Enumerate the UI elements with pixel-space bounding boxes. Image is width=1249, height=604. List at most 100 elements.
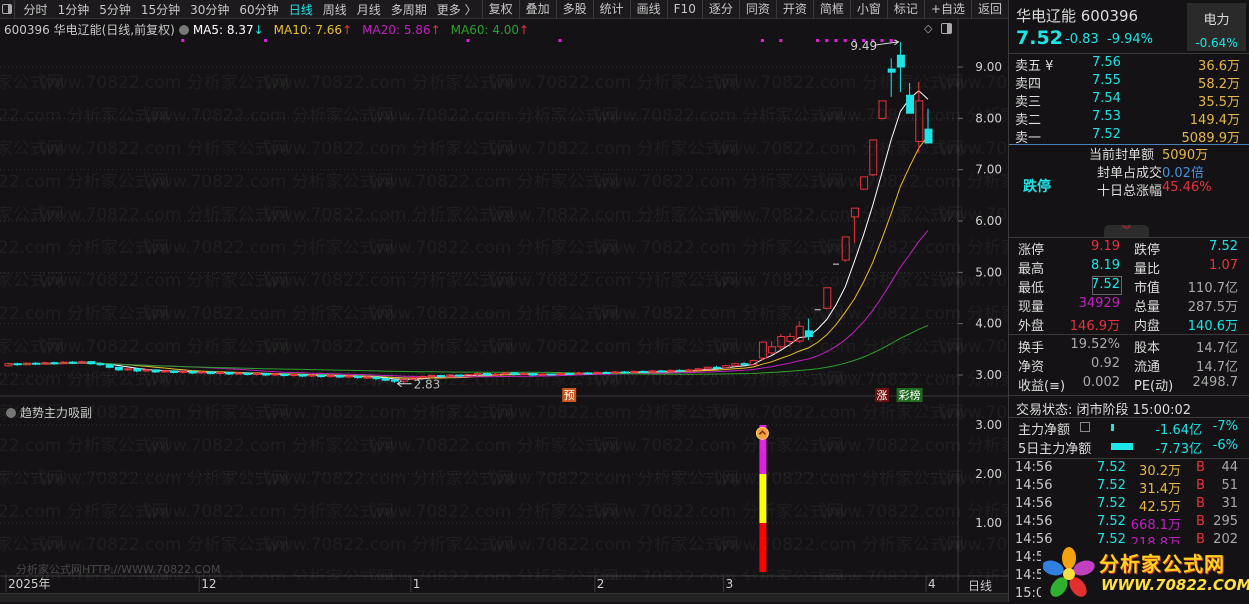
ask-row[interactable]: 卖二 7.53 149.4万 (1009, 109, 1249, 128)
sector-change: -0.64% (1195, 36, 1238, 50)
ma60-label: MA60: 4.00↑ (450, 22, 530, 37)
period-label[interactable]: 日线 (968, 577, 992, 594)
price-tick-label: 5.00 (975, 265, 1002, 279)
expand-chevron-icon[interactable]: ︾ (1104, 225, 1149, 237)
candle-body (243, 372, 252, 375)
flow-bar (1111, 443, 1133, 450)
sidebar-toggle-icon[interactable] (0, 0, 15, 19)
toolbar-button[interactable]: +自选 (923, 0, 971, 19)
toolbar-button[interactable]: 小窗 (849, 0, 887, 19)
price-tick-label: 7.00 (975, 163, 1002, 177)
candle-body (151, 369, 160, 373)
candle-body (740, 363, 749, 366)
toolbar-button[interactable]: F10 (666, 0, 702, 19)
list-icon[interactable] (1080, 422, 1090, 432)
event-marker-label: 涨 (877, 389, 888, 402)
ask-row[interactable]: 卖三 7.54 35.5万 (1009, 91, 1249, 110)
toolbar-button[interactable]: 逐分 (701, 0, 739, 19)
candle-body (188, 370, 197, 374)
ask-row[interactable]: 卖五 ¥7.56 36.6万 (1009, 55, 1249, 74)
toolbar-button[interactable]: 多股 (555, 0, 593, 19)
candle (354, 375, 363, 379)
candle (841, 236, 850, 263)
signal-dot (181, 39, 185, 42)
period-tab[interactable]: 月线 (352, 1, 386, 18)
stats-row: 换手 19.52% 股本 14.7亿 (1018, 337, 1238, 356)
tick-row: 14:56 7.52 31.4万 B 51 (1015, 478, 1238, 497)
toolbar-button[interactable]: 统计 (592, 0, 630, 19)
logo-title: 分析家公式网 (1099, 552, 1225, 576)
candle-body (694, 368, 703, 371)
candle-body (455, 374, 464, 377)
period-tab[interactable]: 更多 〉 (432, 1, 482, 18)
indicator-tick-label: 3.00 (975, 418, 1002, 432)
period-tab[interactable]: 多周期 (386, 1, 432, 18)
toolbar-button[interactable]: 复权 (481, 0, 519, 19)
signal-dot (466, 39, 470, 42)
candle-body (860, 176, 869, 190)
candle (32, 362, 41, 366)
toolbar-button[interactable]: 叠加 (518, 0, 556, 19)
low-label: 2.83 (414, 378, 441, 392)
candle (639, 370, 648, 373)
period-tab[interactable]: 5分钟 (94, 1, 136, 18)
candle (611, 370, 620, 374)
period-tab[interactable]: 60分钟 (234, 1, 283, 18)
candle (648, 369, 657, 373)
candle (722, 364, 731, 369)
signal-dot (889, 39, 893, 42)
ma10-label: MA10: 7.66↑ (273, 22, 353, 37)
price-tick-label: 8.00 (975, 111, 1002, 125)
date-label: 3 (726, 577, 734, 591)
candle-body (804, 330, 813, 338)
period-tab[interactable]: 15分钟 (136, 1, 185, 18)
candle-body (124, 368, 133, 371)
chart-title: 600396 华电辽能(日线,前复权) (4, 23, 175, 37)
kline-chart[interactable]: 9.00 8.00 7.00 6.00 5.00 4.00 3.00 3.00 2.00 1.00… (0, 0, 1008, 602)
sector-box[interactable]: 电力 -0.64% (1187, 3, 1246, 51)
signal-dot (880, 39, 884, 42)
diamond-icon[interactable]: ◇ (924, 22, 932, 35)
candle-body (114, 366, 123, 371)
toolbar-button[interactable]: 同资 (738, 0, 776, 19)
ma60-line (7, 324, 929, 375)
event-marker-label: 彩榜 (899, 388, 921, 402)
period-tab[interactable]: 1分钟 (53, 1, 95, 18)
candle-body (105, 364, 114, 368)
bottom-tabs-bar[interactable] (0, 593, 1008, 602)
period-tab[interactable]: 30分钟 (185, 1, 234, 18)
signal-dot (825, 39, 829, 42)
candle (731, 362, 740, 367)
candle-body (584, 372, 593, 375)
toolbar-button[interactable]: 开资 (775, 0, 813, 19)
candle-body (731, 363, 740, 367)
toolbar-button[interactable]: 标记 (886, 0, 924, 19)
candle-body (924, 128, 933, 144)
ask-row[interactable]: 卖一 7.52 5089.9万 (1009, 127, 1249, 146)
ask-row[interactable]: 卖四 7.55 58.2万 (1009, 73, 1249, 92)
sector-name: 电力 (1203, 13, 1230, 28)
low-highlight-box (1092, 276, 1122, 295)
toolbar-button[interactable]: 画线 (629, 0, 667, 19)
settings-dropdown-icon[interactable] (178, 24, 189, 35)
candle (804, 318, 813, 341)
date-label: 2 (597, 577, 605, 591)
indicator-tick-label: 1.00 (975, 516, 1002, 530)
period-tab[interactable]: 日线 (284, 1, 318, 18)
candle-body (354, 375, 363, 379)
candle-body (758, 341, 767, 359)
ten-day-label: 十日总涨幅 (1097, 184, 1163, 199)
panel-toggle-icon[interactable] (941, 23, 952, 34)
candle-body (170, 370, 179, 373)
toolbar-button[interactable]: 简框 (812, 0, 850, 19)
period-tab[interactable]: 分时 (19, 1, 53, 18)
toolbar-button[interactable]: 返回 (970, 0, 1008, 19)
price-tick-label: 4.00 (975, 317, 1002, 331)
candle (317, 374, 326, 378)
candle-body (262, 372, 271, 376)
indicator-dropdown-icon[interactable] (6, 407, 16, 418)
seal-ratio-label: 封单占成交 (1097, 166, 1163, 181)
candle (59, 361, 68, 365)
candle-body (712, 366, 721, 369)
period-tab[interactable]: 周线 (318, 1, 352, 18)
